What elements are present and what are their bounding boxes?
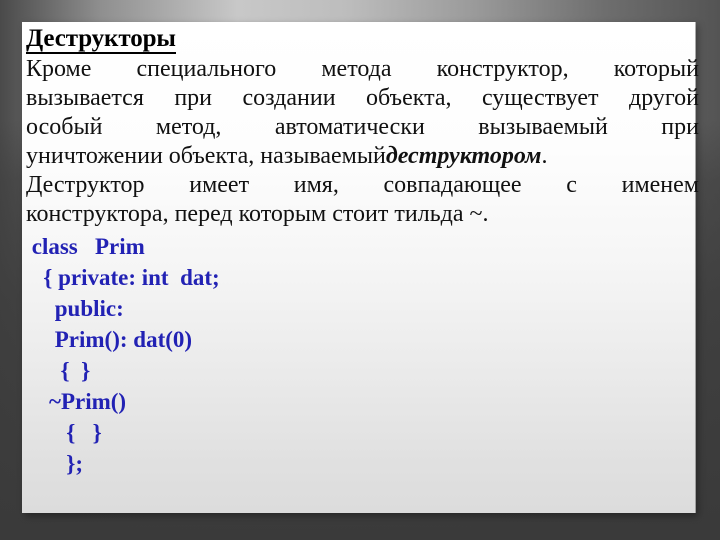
word: при (174, 85, 213, 111)
word: имя, (293, 172, 339, 198)
emphasized-term: деструктором (385, 143, 542, 169)
word: именем (621, 172, 699, 198)
word: создании (242, 85, 336, 111)
word: метода (321, 56, 392, 82)
body-paragraph: Кроме специального метода конструктор, к… (22, 55, 702, 229)
code-listing: class Prim { private: int dat; public: P… (22, 231, 695, 479)
body-line-1: Кроме специального метода конструктор, к… (26, 55, 699, 84)
code-line: class Prim (26, 234, 145, 259)
word: который (613, 56, 699, 82)
word: существует (481, 85, 599, 111)
word: Кроме (26, 56, 92, 82)
body-line-6: конструктора, перед которым стоит тильда… (26, 200, 699, 229)
page-title-text: Деструкторы (26, 25, 176, 54)
body-line-5: Деструктор имеет имя, совпадающее с имен… (26, 171, 699, 200)
word: объекта, (366, 85, 452, 111)
text-fragment: уничтожении объекта, называемый (26, 143, 386, 169)
body-line-3: особый метод, автоматически вызываемый п… (26, 113, 699, 142)
word: имеет (189, 172, 250, 198)
code-line: public: (26, 296, 124, 321)
word: вызывается (26, 85, 144, 111)
code-line: }; (26, 451, 83, 476)
code-line: Prim(): dat(0) (26, 327, 193, 352)
word: специального (136, 56, 277, 82)
word: Деструктор (26, 172, 145, 198)
page-title: Деструкторы (22, 22, 695, 54)
word: другой (628, 85, 699, 111)
word: с (566, 172, 577, 198)
code-line: { } (26, 358, 91, 383)
word: при (661, 114, 699, 140)
code-line: { private: int dat; (26, 265, 220, 290)
code-line: { } (26, 420, 102, 445)
word: конструктор, (436, 56, 569, 82)
word: метод, (155, 114, 222, 140)
code-line: ~Prim() (26, 389, 127, 414)
word: особый (26, 114, 103, 140)
text-fragment: . (541, 143, 548, 169)
word: вызываемый (478, 114, 608, 140)
body-line-2: вызывается при создании объекта, существ… (26, 84, 699, 113)
text-fragment: конструктора, перед которым стоит тильда… (26, 201, 489, 227)
slide-content: Деструкторы Кроме специального метода ко… (22, 22, 699, 479)
body-line-4: уничтожении объекта, называемый деструкт… (26, 142, 699, 171)
slide-canvas: Деструкторы Кроме специального метода ко… (0, 0, 720, 540)
word: совпадающее (383, 172, 522, 198)
word: автоматически (274, 114, 425, 140)
